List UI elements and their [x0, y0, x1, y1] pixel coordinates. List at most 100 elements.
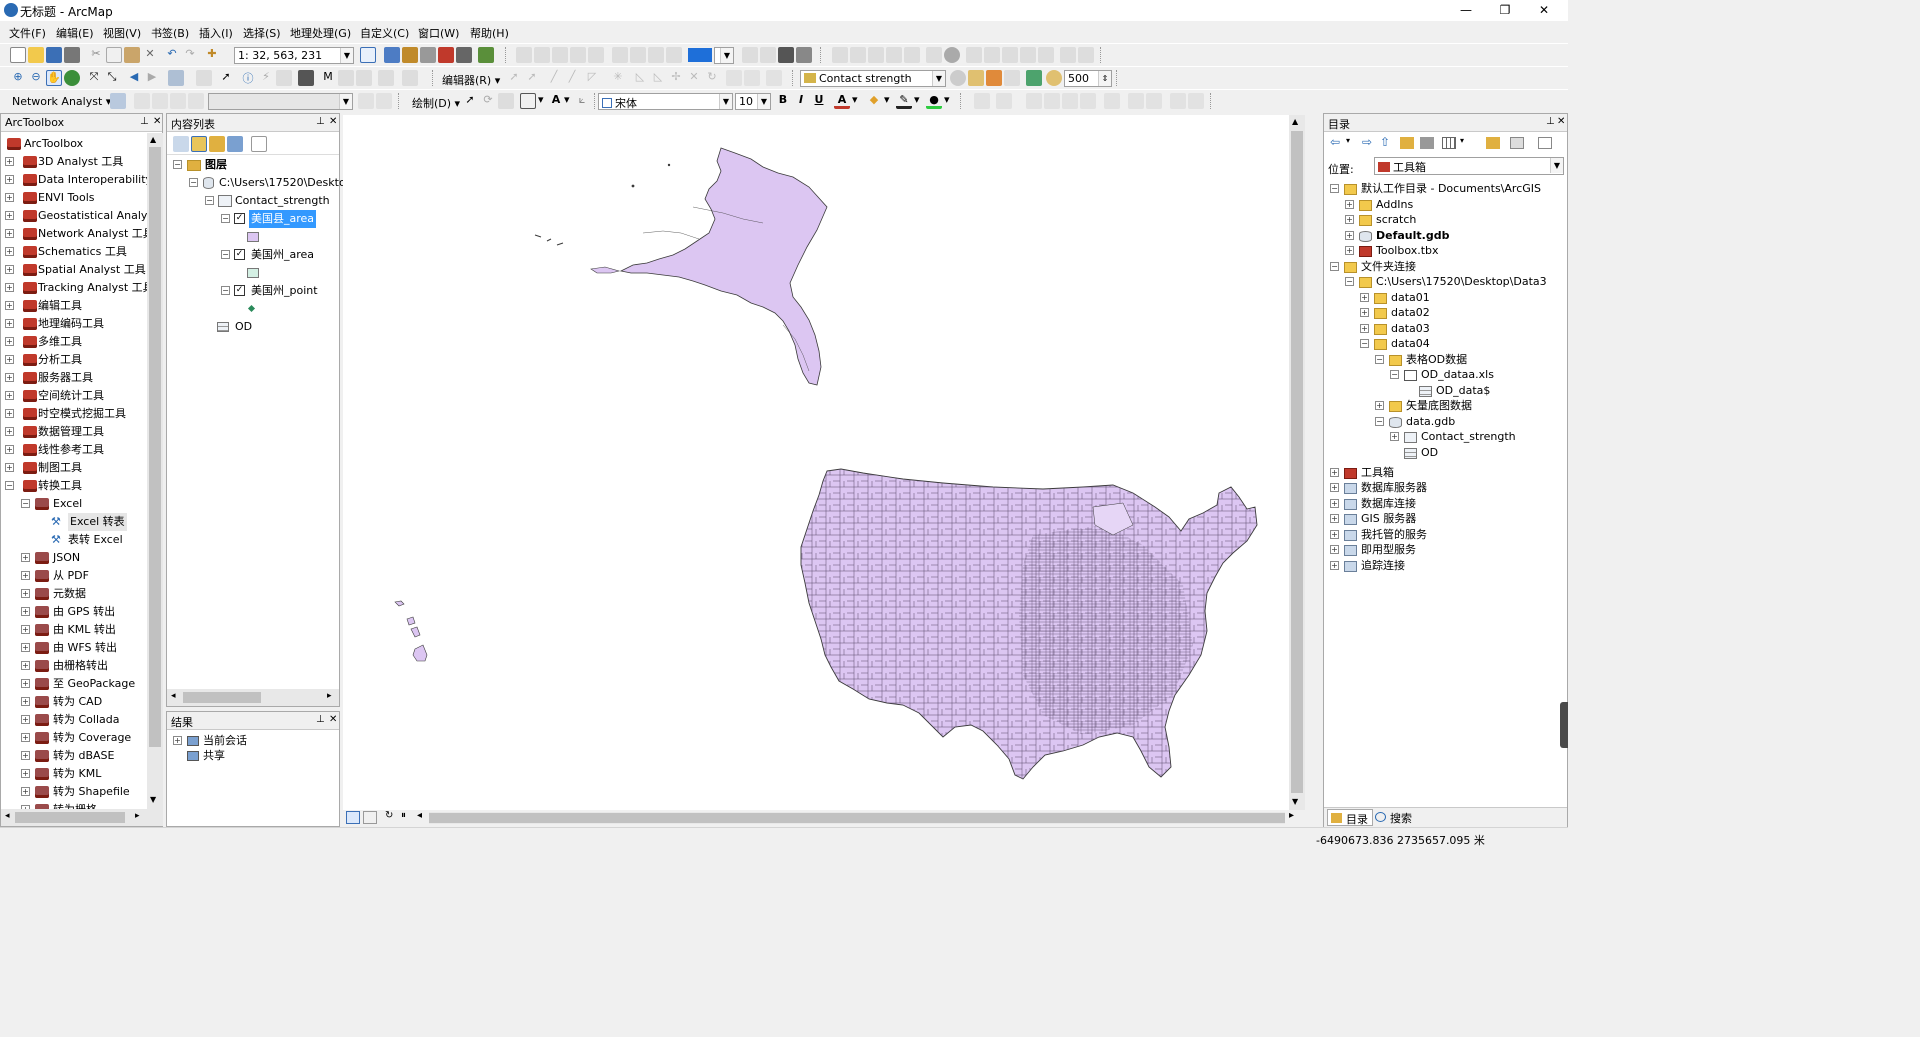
- expand-icon[interactable]: +: [21, 553, 30, 562]
- font-name-combo[interactable]: 宋体 ▼: [598, 93, 733, 110]
- find-route-icon[interactable]: [338, 70, 354, 86]
- expand-icon[interactable]: +: [1390, 432, 1399, 441]
- layout-tool-icon-9[interactable]: [1146, 93, 1162, 109]
- straight-segment-icon[interactable]: ╱: [546, 70, 562, 86]
- collapse-icon[interactable]: −: [1390, 370, 1399, 379]
- point-symbol-icon[interactable]: [247, 304, 256, 313]
- edit-vertices-draw-icon[interactable]: ⟀: [574, 93, 590, 109]
- georef-icon-2[interactable]: [534, 47, 550, 63]
- forward-extent-icon[interactable]: ▶: [144, 70, 160, 86]
- topology-icon-12[interactable]: [1038, 47, 1054, 63]
- location-combo[interactable]: 工具箱 ▼: [1374, 157, 1564, 175]
- arctoolbox-hscroll[interactable]: ◂ ▸: [1, 809, 163, 826]
- layer-combo[interactable]: Contact strength ▼: [800, 70, 946, 87]
- layout-tool-icon-6[interactable]: [1080, 93, 1096, 109]
- effects-icon-2[interactable]: [968, 70, 984, 86]
- scroll-down-icon[interactable]: ▼: [150, 795, 156, 804]
- viewer-window-icon[interactable]: [402, 70, 418, 86]
- scroll-thumb[interactable]: [1291, 131, 1303, 793]
- back-extent-icon[interactable]: ◀: [126, 70, 142, 86]
- menu-view[interactable]: 视图(V): [103, 25, 141, 41]
- scroll-right-icon[interactable]: ▸: [327, 691, 332, 701]
- close-icon[interactable]: ✕: [329, 116, 337, 127]
- expand-icon[interactable]: +: [5, 463, 14, 472]
- scroll-right-icon[interactable]: ▸: [135, 811, 140, 821]
- topology-icon-5[interactable]: [904, 47, 920, 63]
- catalog-window-icon[interactable]: [402, 47, 418, 63]
- scroll-right-icon[interactable]: ▸: [1289, 810, 1294, 821]
- layout-tool-icon-7[interactable]: [1104, 93, 1120, 109]
- scroll-thumb[interactable]: [183, 692, 261, 703]
- home-icon[interactable]: [1400, 137, 1414, 149]
- expand-icon[interactable]: +: [1330, 514, 1339, 523]
- georef-icon-4[interactable]: [570, 47, 586, 63]
- collapse-icon[interactable]: −: [221, 286, 230, 295]
- font-color-button[interactable]: A: [834, 93, 850, 109]
- map-view[interactable]: ▲ ▼: [343, 115, 1305, 810]
- pan-icon[interactable]: ✋: [46, 70, 62, 86]
- expand-icon[interactable]: +: [21, 733, 30, 742]
- collapse-icon[interactable]: −: [1375, 416, 1384, 426]
- menu-customize[interactable]: 自定义(C): [360, 25, 409, 41]
- expand-icon[interactable]: +: [5, 409, 14, 418]
- georef-icon-1[interactable]: [516, 47, 532, 63]
- expand-icon[interactable]: +: [5, 229, 14, 238]
- layout-tool-icon-2[interactable]: [996, 93, 1012, 109]
- layout-tool-icon-8[interactable]: [1128, 93, 1144, 109]
- topology-icon-4[interactable]: [886, 47, 902, 63]
- toc-window-icon[interactable]: [384, 47, 400, 63]
- pin-icon[interactable]: ⊥: [316, 116, 325, 127]
- layout-tool-icon-3[interactable]: [1026, 93, 1042, 109]
- network-icon-2[interactable]: [152, 93, 168, 109]
- toolbar-grip[interactable]: [432, 70, 435, 86]
- collapse-icon[interactable]: −: [189, 178, 198, 187]
- expand-icon[interactable]: +: [5, 355, 14, 364]
- pin-icon[interactable]: ⊥: [316, 714, 325, 725]
- zoom-to-elements-icon[interactable]: [498, 93, 514, 109]
- open-icon[interactable]: [28, 47, 44, 63]
- font-color-dropdown-icon[interactable]: ▾: [852, 93, 858, 106]
- layer-name-label[interactable]: 美国州_point: [251, 282, 318, 300]
- full-extent-icon[interactable]: [64, 70, 80, 86]
- collapse-icon[interactable]: −: [1360, 339, 1369, 348]
- topology-icon-1[interactable]: [832, 47, 848, 63]
- catalog-options-icon[interactable]: [1538, 137, 1552, 149]
- scroll-down-icon[interactable]: ▼: [1292, 797, 1298, 806]
- network-analyst-menu[interactable]: Network Analyst ▾: [12, 95, 111, 108]
- toolbar-grip[interactable]: [1100, 47, 1103, 63]
- map-vscroll[interactable]: ▲ ▼: [1289, 115, 1305, 810]
- scroll-thumb[interactable]: [429, 813, 1285, 823]
- expand-icon[interactable]: +: [21, 769, 30, 778]
- menu-edit[interactable]: 编辑(E): [56, 25, 94, 41]
- network-icon-3[interactable]: [170, 93, 186, 109]
- add-data-icon[interactable]: ✚: [204, 47, 220, 63]
- effects-icon-1[interactable]: [950, 70, 966, 86]
- list-by-visibility-icon[interactable]: [209, 136, 225, 152]
- expand-icon[interactable]: +: [21, 787, 30, 796]
- cut-polygons-icon[interactable]: ✢: [668, 70, 684, 86]
- layout-tool-icon-4[interactable]: [1044, 93, 1060, 109]
- pin-icon[interactable]: ⊥: [140, 116, 149, 127]
- rectangle-icon[interactable]: [520, 93, 536, 109]
- collapse-icon[interactable]: −: [1330, 184, 1339, 193]
- go-to-xy-icon[interactable]: [356, 70, 372, 86]
- marker-color-icon[interactable]: ●: [926, 93, 942, 109]
- collapse-icon[interactable]: −: [205, 196, 214, 205]
- fixed-zoom-in-icon[interactable]: ⤧: [86, 70, 102, 86]
- layer-name-label[interactable]: 美国州_area: [251, 246, 314, 264]
- scroll-left-icon[interactable]: ◂: [417, 810, 422, 821]
- expand-icon[interactable]: +: [1360, 308, 1369, 317]
- georef-icon-7[interactable]: [630, 47, 646, 63]
- options-icon[interactable]: [1510, 137, 1524, 149]
- expand-icon[interactable]: +: [21, 679, 30, 688]
- layer-visibility-checkbox[interactable]: ✓: [234, 285, 245, 296]
- effects-icon-3[interactable]: [986, 70, 1002, 86]
- expand-icon[interactable]: +: [1330, 560, 1339, 570]
- rotate-element-icon[interactable]: ⟳: [480, 93, 496, 109]
- trace-icon[interactable]: ◸: [584, 70, 600, 86]
- toolbar-grip[interactable]: [398, 93, 401, 109]
- georef-icon-9[interactable]: [666, 47, 682, 63]
- network-window-icon[interactable]: [110, 93, 126, 109]
- expand-icon[interactable]: +: [1330, 529, 1339, 539]
- fill-color-icon[interactable]: ◆: [866, 93, 882, 109]
